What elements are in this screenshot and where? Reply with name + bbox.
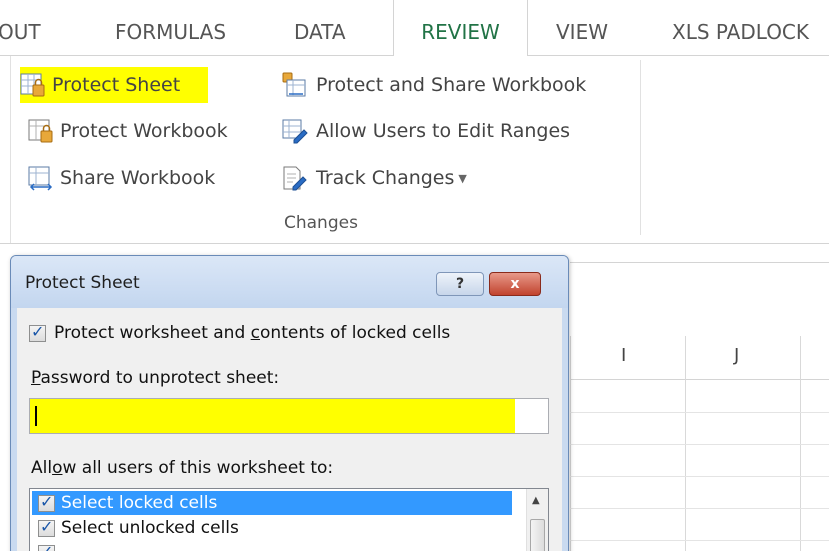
label-part: All (31, 458, 53, 478)
grid-line (570, 444, 829, 445)
tab-view[interactable]: VIEW (556, 0, 608, 56)
permission-label: Select unlocked cells (61, 518, 239, 538)
password-label: Password to unprotect sheet: (31, 368, 279, 388)
allow-users-label: Allow all users of this worksheet to: (31, 458, 333, 478)
vertical-scrollbar[interactable]: ▲ (526, 489, 548, 551)
track-changes-label: Track Changes (316, 167, 455, 189)
ribbon-group-label: Changes (284, 213, 358, 233)
protect-and-share-icon (282, 72, 306, 97)
password-field[interactable] (29, 398, 549, 434)
protect-contents-checkbox[interactable] (29, 322, 46, 342)
close-button[interactable]: x (489, 272, 541, 296)
chevron-down-icon[interactable]: ▼ (458, 172, 466, 185)
list-item[interactable] (32, 541, 512, 551)
protect-sheet-button[interactable]: Protect Sheet (20, 67, 209, 103)
protect-and-share-label: Protect and Share Workbook (316, 74, 587, 96)
grid-line (570, 412, 829, 413)
share-workbook-button[interactable]: Share Workbook (28, 160, 215, 196)
grid-line (570, 508, 829, 509)
column-header-row (570, 336, 829, 380)
permission-label: Select locked cells (61, 493, 218, 513)
track-changes-icon (283, 166, 307, 191)
label-part: w all users of this worksheet to: (62, 458, 334, 478)
tab-review[interactable]: REVIEW (393, 0, 528, 56)
close-icon: x (510, 276, 520, 292)
permission-checkbox[interactable] (38, 542, 55, 551)
ribbon-tab-bar: OUT FORMULAS DATA REVIEW VIEW XLS PADLOC… (0, 0, 829, 56)
label-part: assword to unprotect sheet: (40, 368, 280, 388)
ribbon-bottom-border (0, 243, 829, 244)
ribbon-group-separator (640, 60, 641, 235)
protect-contents-label: Protect worksheet and contents of locked… (54, 323, 450, 343)
password-highlight (30, 399, 515, 433)
column-header-i[interactable]: I (621, 345, 626, 366)
protect-contents-row[interactable]: Protect worksheet and contents of locked… (29, 322, 450, 343)
allow-users-edit-icon (282, 119, 308, 144)
protect-sheet-label: Protect Sheet (52, 74, 181, 96)
formula-bar-border (570, 262, 829, 263)
share-workbook-icon (28, 166, 53, 191)
allow-users-edit-label: Allow Users to Edit Ranges (316, 120, 571, 142)
grid-line (570, 540, 829, 541)
protect-workbook-label: Protect Workbook (60, 120, 228, 142)
list-item[interactable]: Select unlocked cells (32, 516, 512, 540)
share-workbook-label: Share Workbook (60, 167, 216, 189)
protect-and-share-button[interactable]: Protect and Share Workbook (276, 67, 586, 103)
help-button[interactable]: ? (436, 272, 484, 296)
protect-sheet-dialog: Protect Sheet ? x Protect worksheet and … (10, 255, 569, 551)
permission-checkbox[interactable] (38, 517, 55, 537)
label-accel: P (31, 368, 41, 388)
protect-workbook-button[interactable]: Protect Workbook (28, 113, 228, 149)
label-accel: o (52, 458, 63, 478)
allow-users-edit-ranges-button[interactable]: Allow Users to Edit Ranges (280, 113, 570, 149)
protect-sheet-icon (20, 73, 45, 97)
text-caret (35, 406, 37, 426)
scroll-up-icon[interactable]: ▲ (532, 495, 540, 506)
protect-workbook-icon (28, 119, 53, 143)
tab-layout[interactable]: OUT (0, 0, 41, 56)
help-icon: ? (455, 276, 465, 292)
label-part: ontents of locked cells (260, 323, 451, 343)
scroll-thumb[interactable] (530, 519, 545, 551)
permissions-list[interactable]: Select locked cells Select unlocked cell… (29, 488, 549, 551)
tab-xls-padlock[interactable]: XLS PADLOCK (672, 0, 809, 56)
column-header-j[interactable]: J (734, 345, 739, 366)
dialog-title-bar[interactable]: Protect Sheet ? x (11, 256, 568, 308)
tab-data[interactable]: DATA (294, 0, 346, 56)
list-item[interactable]: Select locked cells (32, 491, 512, 515)
permission-checkbox[interactable] (38, 492, 55, 512)
label-accel: c (250, 323, 261, 343)
grid-line (570, 476, 829, 477)
dialog-title: Protect Sheet (25, 273, 140, 293)
dialog-body: Protect worksheet and contents of locked… (17, 308, 562, 551)
tab-formulas[interactable]: FORMULAS (115, 0, 226, 56)
label-part: Protect worksheet and (54, 323, 251, 343)
track-changes-button[interactable]: Track Changes ▼ (280, 160, 467, 196)
ribbon-left-edge (10, 56, 11, 243)
